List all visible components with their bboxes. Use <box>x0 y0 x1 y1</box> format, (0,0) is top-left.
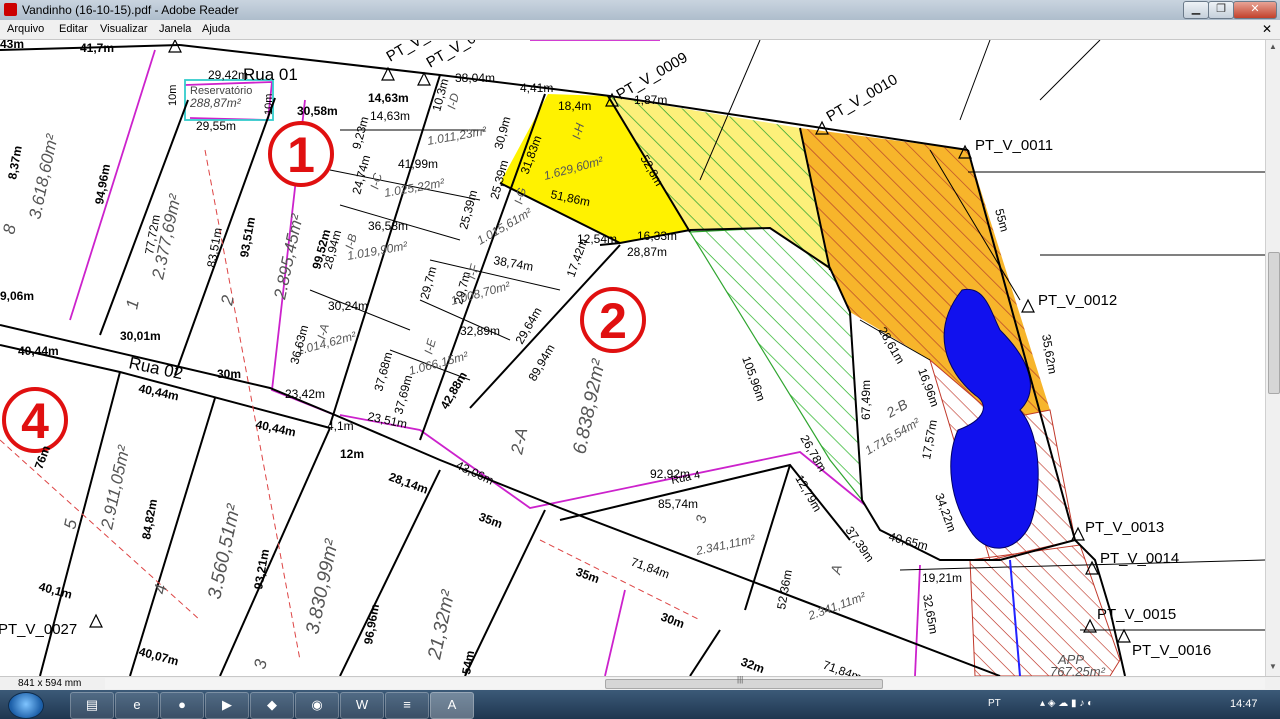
area-marker-4: 4 <box>2 387 68 453</box>
dim-label: 19,21m <box>922 571 962 585</box>
menu-janela[interactable]: Janela <box>159 23 191 35</box>
tray-icons[interactable]: ▴ ◈ ☁ ▮ ♪ ◐ <box>1040 698 1093 709</box>
menu-ajuda[interactable]: Ajuda <box>202 23 230 35</box>
dim-label: 30,24m <box>328 299 368 313</box>
start-button[interactable] <box>8 692 44 719</box>
dim-label: 30,58m <box>297 104 338 118</box>
area-marker-2: 2 <box>580 287 646 353</box>
taskbar-word-icon[interactable]: W <box>340 692 384 719</box>
taskbar-chrome-icon[interactable]: ◉ <box>295 692 339 719</box>
language-indicator[interactable]: PT <box>988 698 1001 709</box>
horizontal-scrollbar[interactable]: ||| <box>105 675 1265 689</box>
dim-label: 38,04m <box>455 71 495 85</box>
taskbar-media-icon[interactable]: ▶ <box>205 692 249 719</box>
point-label: PT_V_0012 <box>1038 292 1117 309</box>
dim-label: 40,44m <box>18 344 59 358</box>
point-label: PT_V_0016 <box>1132 642 1211 659</box>
point-label: PT_V_0015 <box>1097 606 1176 623</box>
dim-label: 85,74m <box>658 497 698 511</box>
scroll-down-icon[interactable]: ▼ <box>1269 662 1277 671</box>
maximize-button[interactable]: ❐ <box>1208 1 1234 19</box>
taskbar-app-icon[interactable]: ◆ <box>250 692 294 719</box>
menu-visualizar[interactable]: Visualizar <box>100 23 148 35</box>
horizontal-scroll-thumb[interactable] <box>605 679 883 689</box>
taskbar: ▤ e ● ▶ ◆ ◉ W ≡ A PT ▴ ◈ ☁ ▮ ♪ ◐ 14:47 <box>0 690 1280 719</box>
window-title: Vandinho (16-10-15).pdf - Adobe Reader <box>22 3 239 17</box>
dim-label: 18,4m <box>558 99 591 113</box>
title-bar: Vandinho (16-10-15).pdf - Adobe Reader ▁… <box>0 0 1280 21</box>
dim-label: 43m <box>0 40 24 51</box>
menu-bar: Arquivo Editar Visualizar Janela Ajuda ✕ <box>0 20 1280 40</box>
dim-label: 23,42m <box>285 387 325 401</box>
dim-label: 67,49m <box>859 380 873 420</box>
dim-label: 1,87m <box>634 93 667 107</box>
dim-label: 30,01m <box>120 329 161 343</box>
menu-editar[interactable]: Editar <box>59 23 88 35</box>
clock[interactable]: 14:47 <box>1230 698 1258 710</box>
svg-text:1: 1 <box>287 127 315 183</box>
scroll-up-icon[interactable]: ▲ <box>1269 42 1277 51</box>
dim-label: 41,7m <box>80 41 114 55</box>
dim-label: 32,89m <box>460 324 500 338</box>
svg-text:2: 2 <box>599 293 627 349</box>
reservatorio-side-right: 10m <box>263 94 275 115</box>
document-close-icon[interactable]: ✕ <box>1262 22 1272 36</box>
point-label: PT_V_0013 <box>1085 519 1164 536</box>
taskbar-firefox-icon[interactable]: ● <box>160 692 204 719</box>
dim-label: 36,58m <box>368 219 408 233</box>
dim-label: 16,33m <box>637 229 677 243</box>
point-label: PT_V_0027 <box>0 621 77 638</box>
close-button[interactable]: ✕ <box>1233 1 1277 19</box>
dim-label: 4,1m <box>327 419 354 433</box>
area-marker-1: 1 <box>268 121 334 187</box>
dim-label: 12m <box>340 447 364 461</box>
taskbar-notepad-icon[interactable]: ≡ <box>385 692 429 719</box>
vertical-scrollbar[interactable]: ▲ ▼ <box>1265 40 1280 676</box>
dim-label: 14,63m <box>368 91 409 105</box>
reservatorio-side-left: 10m <box>167 85 179 106</box>
dim-label: 14,63m <box>370 109 410 123</box>
adobe-reader-icon <box>4 3 17 16</box>
point-label: PT_V_0011 <box>975 137 1053 154</box>
minimize-button[interactable]: ▁ <box>1183 1 1209 19</box>
scroll-grip-icon: ||| <box>737 675 744 684</box>
vertical-scroll-thumb[interactable] <box>1268 252 1280 394</box>
status-bar: 841 x 594 mm ||| <box>0 675 1280 691</box>
svg-text:4: 4 <box>21 393 49 449</box>
dim-label: 29,55m <box>196 119 236 133</box>
taskbar-adobe-reader-icon[interactable]: A <box>430 692 474 719</box>
dim-label: 41,99m <box>398 157 438 171</box>
dim-label: 30m <box>217 367 241 381</box>
dim-label: 29,42m <box>208 68 248 82</box>
dim-label: 9,06m <box>0 289 34 303</box>
subdivision-map: Rua 01 Rua 02 Rua 4 1 2 4 Reservatório 2… <box>0 40 1265 676</box>
page-size-label: 841 x 594 mm <box>18 678 82 689</box>
menu-arquivo[interactable]: Arquivo <box>7 23 44 35</box>
app-area: 767,25m² <box>1050 664 1106 676</box>
point-label: PT_V_0014 <box>1100 550 1179 567</box>
taskbar-explorer-icon[interactable]: ▤ <box>70 692 114 719</box>
document-viewer[interactable]: Rua 01 Rua 02 Rua 4 1 2 4 Reservatório 2… <box>0 40 1265 676</box>
taskbar-ie-icon[interactable]: e <box>115 692 159 719</box>
dim-label: 28,87m <box>627 245 667 259</box>
street-rua01: Rua 01 <box>243 65 298 84</box>
dim-label: 4,41m <box>520 81 553 95</box>
dim-label: 92,92m <box>650 467 690 481</box>
reservatorio-area: 288,87m² <box>189 96 242 110</box>
